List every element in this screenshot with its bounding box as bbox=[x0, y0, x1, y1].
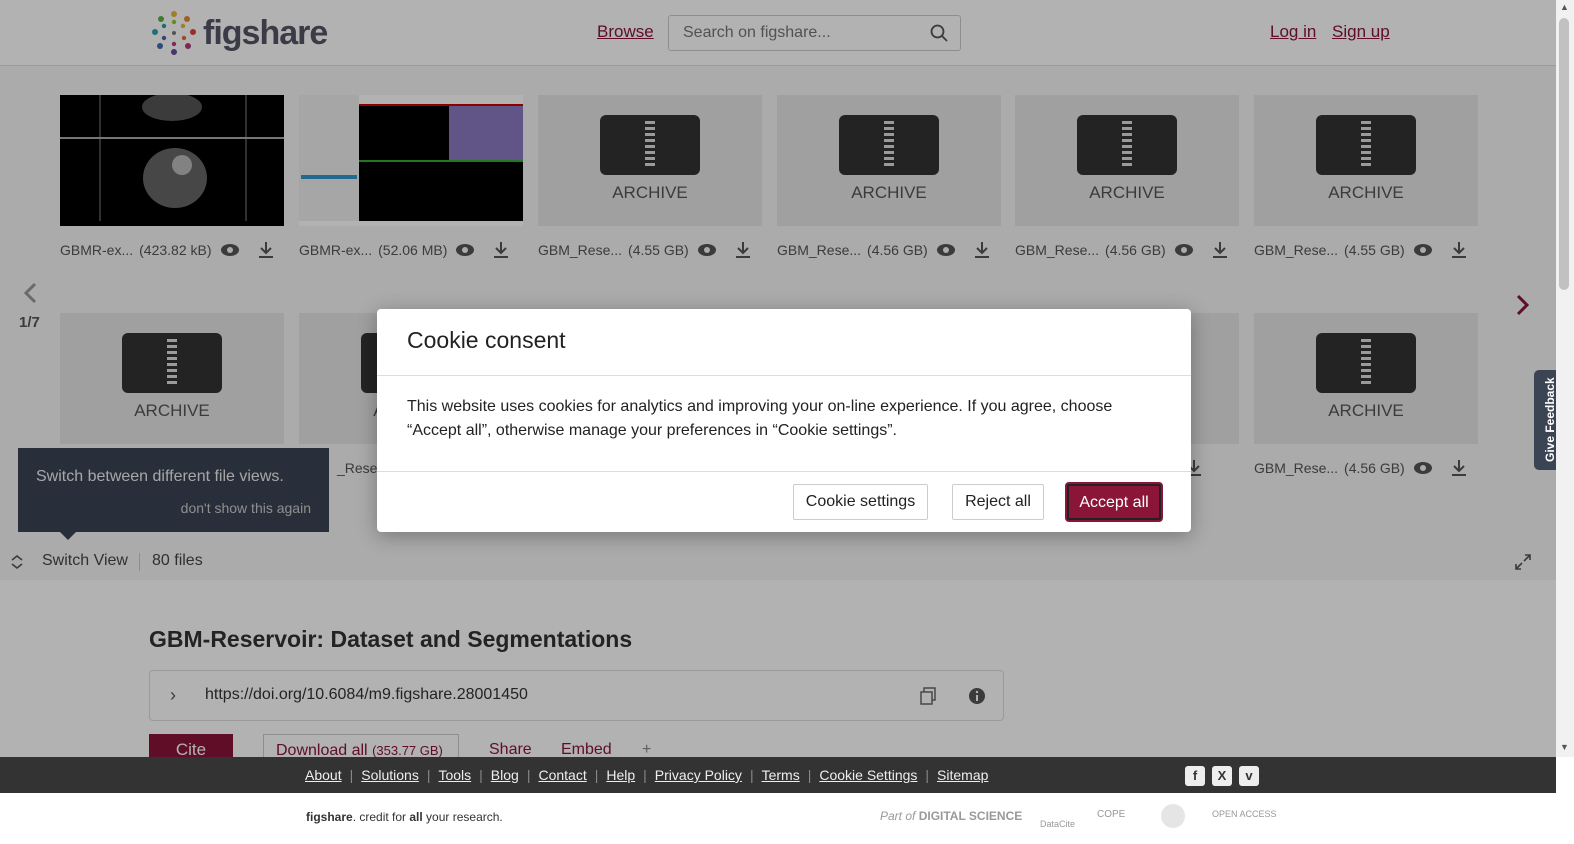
divider bbox=[377, 375, 1191, 376]
footer-link-cookie-settings[interactable]: Cookie Settings bbox=[819, 767, 917, 783]
footer-link-privacy[interactable]: Privacy Policy bbox=[655, 767, 742, 783]
datacite-logo[interactable]: DataCite bbox=[1040, 819, 1075, 829]
cope-logo[interactable]: COPE bbox=[1097, 809, 1125, 820]
footer-link-blog[interactable]: Blog bbox=[491, 767, 519, 783]
footer-link-about[interactable]: About bbox=[305, 767, 342, 783]
footer-link-help[interactable]: Help bbox=[606, 767, 635, 783]
feedback-label: Give Feedback bbox=[1543, 377, 1557, 462]
footer-link-tools[interactable]: Tools bbox=[438, 767, 471, 783]
facebook-icon[interactable]: f bbox=[1185, 766, 1205, 786]
footer-link-contact[interactable]: Contact bbox=[538, 767, 586, 783]
footer-links-bar: About | Solutions | Tools | Blog | Contact | … bbox=[0, 757, 1556, 793]
divider bbox=[377, 471, 1191, 472]
footer-link-sitemap[interactable]: Sitemap bbox=[937, 767, 988, 783]
cookie-consent-dialog: Cookie consent This website uses cookies… bbox=[377, 309, 1191, 532]
vimeo-icon[interactable]: v bbox=[1239, 766, 1259, 786]
scroll-down-arrow-icon[interactable]: ▼ bbox=[1560, 742, 1569, 752]
x-twitter-icon[interactable]: X bbox=[1212, 766, 1232, 786]
footer-bottom: figshare. credit for all your research. … bbox=[0, 793, 1556, 844]
open-access-logo[interactable]: OPEN ACCESS bbox=[1212, 809, 1277, 819]
footer-link-terms[interactable]: Terms bbox=[762, 767, 800, 783]
cookie-dialog-title: Cookie consent bbox=[407, 327, 566, 353]
scroll-up-arrow-icon[interactable]: ▲ bbox=[1560, 2, 1569, 12]
badge-logo-icon[interactable] bbox=[1161, 804, 1185, 828]
footer-tagline: figshare. credit for all your research. bbox=[306, 810, 503, 824]
digital-science-logo[interactable]: Part of DIGITAL SCIENCE bbox=[880, 809, 1022, 823]
footer-link-solutions[interactable]: Solutions bbox=[361, 767, 419, 783]
cookie-settings-button[interactable]: Cookie settings bbox=[793, 484, 928, 520]
cookie-dialog-message: This website uses cookies for analytics … bbox=[407, 398, 1113, 439]
footer-links: About | Solutions | Tools | Blog | Contact | … bbox=[305, 767, 989, 783]
page-scrollbar[interactable]: ▲ ▼ bbox=[1556, 0, 1574, 757]
accept-all-button[interactable]: Accept all bbox=[1067, 484, 1161, 520]
scrollbar-thumb[interactable] bbox=[1559, 18, 1569, 290]
reject-all-button[interactable]: Reject all bbox=[952, 484, 1044, 520]
